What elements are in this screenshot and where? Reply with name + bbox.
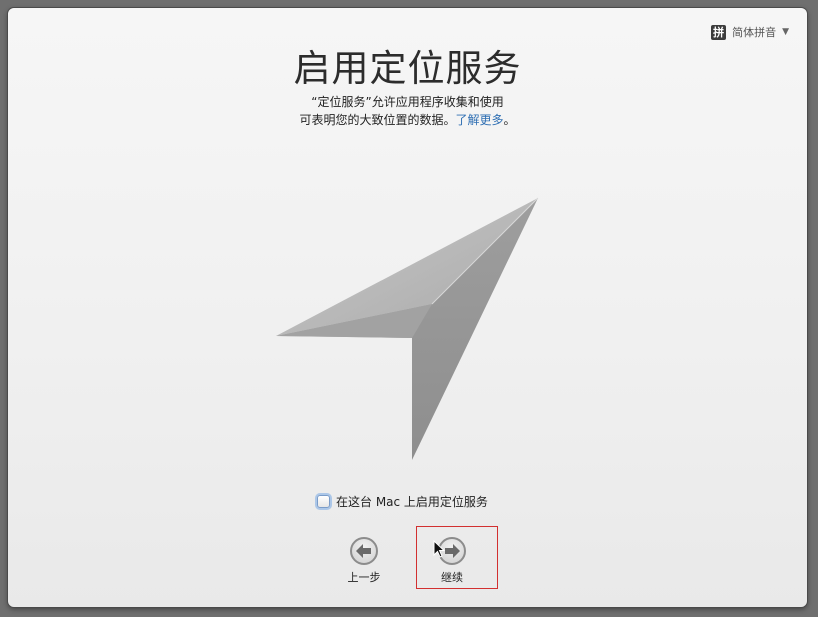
setup-assistant-window: 拼 简体拼音 ▼ 启用定位服务 “定位服务”允许应用程序收集和使用 可表明您的大… (8, 8, 807, 607)
location-arrow-icon (276, 197, 539, 460)
right-arrow-icon (438, 537, 466, 565)
back-button[interactable]: 上一步 (334, 535, 394, 591)
description-line-2: 可表明您的大致位置的数据。了解更多。 (8, 111, 807, 129)
continue-button-label: 继续 (441, 571, 463, 584)
description-period: 。 (503, 113, 516, 127)
enable-location-label[interactable]: 在这台 Mac 上启用定位服务 (336, 493, 488, 510)
enable-location-row: 在这台 Mac 上启用定位服务 (317, 493, 488, 510)
description-text: 可表明您的大致位置的数据。 (299, 113, 456, 127)
chevron-down-icon: ▼ (782, 27, 789, 37)
page-description: “定位服务”允许应用程序收集和使用 可表明您的大致位置的数据。了解更多。 (8, 93, 807, 129)
description-line-1: “定位服务”允许应用程序收集和使用 (311, 95, 504, 109)
learn-more-link[interactable]: 了解更多 (455, 113, 503, 127)
enable-location-checkbox[interactable] (317, 495, 330, 508)
left-arrow-icon (350, 537, 378, 565)
page-title: 启用定位服务 (293, 47, 522, 90)
back-button-label: 上一步 (347, 571, 381, 584)
continue-button[interactable]: 继续 (422, 535, 482, 591)
